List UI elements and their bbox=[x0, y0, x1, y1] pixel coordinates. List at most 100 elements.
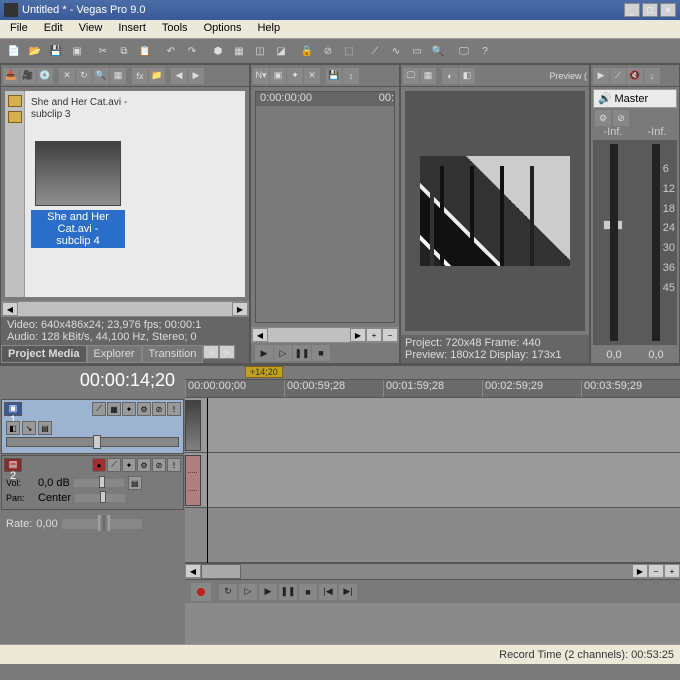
undo-icon[interactable]: ↶ bbox=[161, 41, 181, 61]
scrollbar-thumb[interactable] bbox=[201, 564, 241, 579]
fx-icon[interactable]: ⟋ bbox=[610, 68, 626, 84]
scroll-right-icon[interactable]: ▶ bbox=[232, 302, 248, 316]
crossfade-icon[interactable]: ⟋ bbox=[365, 41, 385, 61]
video-track-header[interactable]: ▣ 1 ⟋ ▦ ✦ ⚙ ⊘ ! ◧ ↘ ▤ bbox=[1, 399, 184, 454]
autoripple-icon[interactable]: ◪ bbox=[271, 41, 291, 61]
audio-track-header[interactable]: ▤ 2 ● ⟋ ✦ ⚙ ⊘ ! Vol: 0,0 dB ▤ Pan: Cente… bbox=[1, 455, 184, 510]
timecode-display[interactable]: 00:00:14;20 bbox=[0, 366, 185, 398]
playfromstart-button[interactable]: ▷ bbox=[239, 584, 257, 600]
insert-bus-icon[interactable]: ▶ bbox=[593, 68, 609, 84]
ripple-icon[interactable]: ▦ bbox=[229, 41, 249, 61]
prev-icon[interactable]: ◀ bbox=[171, 68, 187, 84]
next-icon[interactable]: ▶ bbox=[188, 68, 204, 84]
clip-label[interactable]: She and Her Cat.avi - bbox=[31, 97, 239, 109]
fx-icon[interactable]: fx bbox=[132, 68, 148, 84]
capture-icon[interactable]: 🎥 bbox=[20, 68, 36, 84]
preview-quality-icon[interactable]: ▦ bbox=[420, 68, 436, 84]
audio-clip[interactable] bbox=[185, 455, 201, 506]
save-icon[interactable]: 💾 bbox=[46, 41, 66, 61]
mute-icon[interactable]: ⊘ bbox=[613, 110, 629, 126]
redo-icon[interactable]: ↷ bbox=[182, 41, 202, 61]
snap-icon[interactable]: ⬢ bbox=[208, 41, 228, 61]
menu-file[interactable]: File bbox=[4, 20, 34, 38]
overlay-icon[interactable]: ◐ bbox=[442, 68, 458, 84]
track-number[interactable]: ▤ 2 bbox=[4, 458, 22, 472]
vol-slider[interactable] bbox=[74, 479, 124, 487]
solo-icon[interactable]: ! bbox=[167, 402, 181, 416]
marker-label[interactable]: +14;20 bbox=[245, 366, 283, 378]
fx-icon[interactable]: ✦ bbox=[287, 68, 303, 84]
show-video-icon[interactable]: ▣ bbox=[270, 68, 286, 84]
automation-icon[interactable]: ⚙ bbox=[137, 458, 151, 472]
scroll-left-icon[interactable]: ◀ bbox=[2, 302, 18, 316]
track-fx-icon[interactable]: ✦ bbox=[122, 402, 136, 416]
menu-help[interactable]: Help bbox=[251, 20, 286, 38]
folder-tree[interactable] bbox=[5, 91, 25, 297]
trimmer-timeline[interactable]: 0:00:00;00 00: bbox=[255, 91, 395, 323]
addregion-icon[interactable]: ↕ bbox=[343, 68, 359, 84]
copy-icon[interactable]: ⧉ bbox=[114, 41, 134, 61]
cut-icon[interactable]: ✂ bbox=[93, 41, 113, 61]
mute-icon[interactable]: ⊘ bbox=[152, 402, 166, 416]
dropdown-icon[interactable]: N▾ bbox=[253, 68, 269, 84]
save-icon[interactable]: 💾 bbox=[326, 68, 342, 84]
video-track-lane[interactable] bbox=[185, 398, 680, 453]
playfrom-button[interactable]: ▷ bbox=[274, 345, 292, 361]
automation-icon[interactable]: ⚙ bbox=[595, 110, 611, 126]
close-button[interactable]: × bbox=[660, 3, 676, 17]
lock-icon[interactable]: 🔒 bbox=[297, 41, 317, 61]
play-button[interactable]: ▶ bbox=[259, 584, 277, 600]
invert-phase-icon[interactable]: ⟋ bbox=[107, 458, 121, 472]
refresh-icon[interactable]: ↻ bbox=[76, 68, 92, 84]
rate-slider[interactable] bbox=[62, 519, 142, 529]
media-list[interactable]: She and Her Cat.avi - subclip 3 She and … bbox=[5, 91, 245, 297]
folder-icon[interactable] bbox=[8, 95, 22, 107]
empty-track-lane[interactable] bbox=[185, 508, 680, 563]
track-number[interactable]: ▣ 1 bbox=[4, 402, 22, 416]
titlebar[interactable]: Untitled * - Vegas Pro 9.0 _ □ × bbox=[0, 0, 680, 20]
pause-button[interactable]: ❚❚ bbox=[293, 345, 311, 361]
tab-left-icon[interactable]: ◀ bbox=[203, 345, 219, 359]
extract-icon[interactable]: 💿 bbox=[37, 68, 53, 84]
gotostart-button[interactable]: |◀ bbox=[319, 584, 337, 600]
video-clip[interactable] bbox=[185, 400, 201, 451]
properties-icon[interactable]: ▣ bbox=[67, 41, 87, 61]
menu-view[interactable]: View bbox=[73, 20, 109, 38]
downmix-icon[interactable]: ↓ bbox=[644, 68, 660, 84]
bypass-fx-icon[interactable]: ⟋ bbox=[92, 402, 106, 416]
scroll-right-icon[interactable]: ▶ bbox=[632, 564, 648, 578]
record-button[interactable] bbox=[191, 583, 211, 601]
zoomin-icon[interactable]: + bbox=[664, 564, 680, 578]
search-icon[interactable]: 🔍 bbox=[93, 68, 109, 84]
import-icon[interactable]: 📥 bbox=[3, 68, 19, 84]
tab-transitions[interactable]: Transition bbox=[142, 345, 204, 363]
scroll-left-icon[interactable]: ◀ bbox=[252, 328, 268, 342]
scroll-right-icon[interactable]: ▶ bbox=[350, 328, 366, 342]
make-child-icon[interactable]: ↘ bbox=[22, 421, 36, 435]
timeline-ruler[interactable]: 00:00:00;00 00:00:59;28 00:01:59;28 00:0… bbox=[185, 380, 680, 398]
compositing-icon[interactable]: ◧ bbox=[6, 421, 20, 435]
bin-icon[interactable]: 📁 bbox=[149, 68, 165, 84]
zoomin-icon[interactable]: + bbox=[366, 328, 382, 342]
tab-explorer[interactable]: Explorer bbox=[87, 345, 142, 363]
media-scrollbar[interactable]: ◀ ▶ bbox=[1, 301, 249, 317]
audio-track-lane[interactable] bbox=[185, 453, 680, 508]
marker-row[interactable]: +14;20 bbox=[185, 366, 680, 380]
menu-edit[interactable]: Edit bbox=[38, 20, 69, 38]
autocross-icon[interactable]: ◫ bbox=[250, 41, 270, 61]
level-slider[interactable] bbox=[6, 437, 179, 447]
mute-icon[interactable]: ⊘ bbox=[152, 458, 166, 472]
ext-mon-icon[interactable]: 🖵 bbox=[403, 68, 419, 84]
zoomout-icon[interactable]: − bbox=[648, 564, 664, 578]
arm-record-icon[interactable]: ● bbox=[92, 458, 106, 472]
scroll-left-icon[interactable]: ◀ bbox=[185, 564, 201, 578]
automation-icon[interactable]: ⚙ bbox=[137, 402, 151, 416]
touch-icon[interactable]: ▤ bbox=[128, 476, 142, 490]
remove-icon[interactable]: ✕ bbox=[59, 68, 75, 84]
remove-icon[interactable]: ✕ bbox=[304, 68, 320, 84]
play-button[interactable]: ▶ bbox=[255, 345, 273, 361]
menu-options[interactable]: Options bbox=[198, 20, 248, 38]
playhead-cursor[interactable] bbox=[207, 398, 208, 563]
normal-edit-icon[interactable]: ⬚ bbox=[339, 41, 359, 61]
pause-button[interactable]: ❚❚ bbox=[279, 584, 297, 600]
